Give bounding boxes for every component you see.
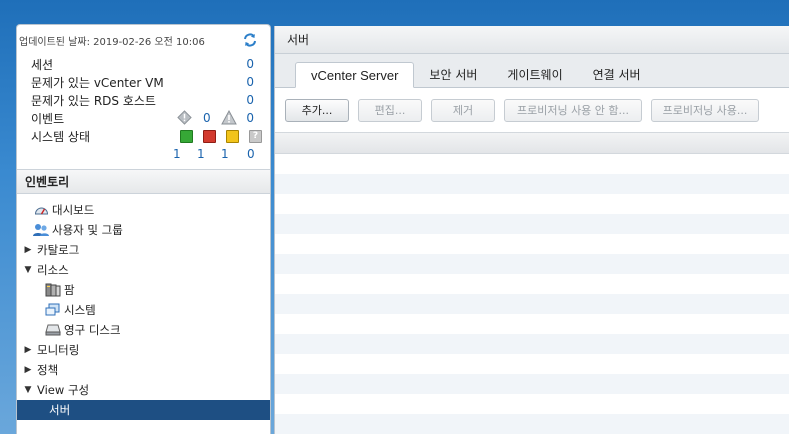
expand-arrow-icon[interactable]: ▶ xyxy=(23,245,33,255)
alert-triangle-icon xyxy=(221,109,237,128)
tab-security-server[interactable]: 보안 서버 xyxy=(414,61,492,87)
grid-header xyxy=(275,132,789,154)
tab-vcenter-server[interactable]: vCenter Server xyxy=(295,62,415,88)
table-row[interactable] xyxy=(275,174,789,194)
enable-provisioning-button[interactable]: 프로비저닝 사용... xyxy=(651,98,759,122)
refresh-icon[interactable] xyxy=(242,32,258,48)
tab-connection-server[interactable]: 연결 서버 xyxy=(578,61,656,87)
tree-item-systems[interactable]: 시스템 xyxy=(17,300,270,320)
table-row[interactable] xyxy=(275,194,789,214)
toolbar: 추가... 편집... 제거 프로비저닝 사용 안 함... 프로비저닝 사용.… xyxy=(275,88,789,132)
tree-item-catalog[interactable]: ▶ 카탈로그 xyxy=(17,240,270,260)
table-row[interactable] xyxy=(275,354,789,374)
expand-arrow-icon[interactable]: ▶ xyxy=(23,365,33,375)
expand-arrow-icon[interactable]: ▶ xyxy=(23,345,33,355)
summary-row-vcenter-vm[interactable]: 문제가 있는 vCenter VM 0 xyxy=(17,73,270,91)
tree-item-monitoring[interactable]: ▶ 모니터링 xyxy=(17,340,270,360)
tree-item-users-groups[interactable]: 사용자 및 그룹 xyxy=(17,220,270,240)
table-row[interactable] xyxy=(275,154,789,174)
disk-icon xyxy=(45,322,61,338)
table-row[interactable] xyxy=(275,414,789,434)
summary-row-events: 이벤트 0 0 xyxy=(17,109,270,127)
status-unknown-icon: ? xyxy=(249,129,262,143)
system-status-counts: 1 1 1 0 xyxy=(173,147,255,161)
main-panel: 서버 vCenter Server 보안 서버 게이트웨이 연결 서버 추가..… xyxy=(274,26,789,434)
status-error-icon xyxy=(203,129,216,143)
system-icon xyxy=(45,302,61,318)
tree-item-dashboard[interactable]: 대시보드 xyxy=(17,200,270,220)
tree-item-resources[interactable]: ▼ 리소스 xyxy=(17,260,270,280)
table-row[interactable] xyxy=(275,294,789,314)
summary-row-sessions[interactable]: 세션 0 xyxy=(17,55,270,73)
status-warning-icon xyxy=(226,129,239,143)
table-row[interactable] xyxy=(275,374,789,394)
users-icon xyxy=(33,222,49,238)
farm-icon xyxy=(45,282,61,298)
warning-diamond-icon xyxy=(177,110,192,128)
table-row[interactable] xyxy=(275,334,789,354)
collapse-arrow-icon[interactable]: ▼ xyxy=(23,265,33,275)
dashboard-icon xyxy=(33,202,49,218)
table-row[interactable] xyxy=(275,394,789,414)
left-panel: 업데이트된 날짜: 2019-02-26 오전 10:06 세션 0 문제가 있… xyxy=(16,24,271,434)
tree-item-persistent-disks[interactable]: 영구 디스크 xyxy=(17,320,270,340)
table-row[interactable] xyxy=(275,214,789,234)
page-title: 서버 xyxy=(275,26,789,54)
tree-item-policies[interactable]: ▶ 정책 xyxy=(17,360,270,380)
tab-bar: vCenter Server 보안 서버 게이트웨이 연결 서버 xyxy=(275,54,789,88)
collapse-arrow-icon[interactable]: ▼ xyxy=(23,385,33,395)
tab-gateway[interactable]: 게이트웨이 xyxy=(492,61,577,87)
tree-item-farms[interactable]: 팜 xyxy=(17,280,270,300)
summary-row-rds-host[interactable]: 문제가 있는 RDS 호스트 0 xyxy=(17,91,270,109)
tree-item-servers[interactable]: 서버 xyxy=(17,400,270,420)
server-grid xyxy=(275,154,789,434)
disable-provisioning-button[interactable]: 프로비저닝 사용 안 함... xyxy=(504,98,642,122)
status-ok-icon xyxy=(180,129,193,143)
inventory-tree: 대시보드 사용자 및 그룹 ▶ 카탈로그 ▼ 리소스 팜 시스템 영구 디스크 … xyxy=(17,194,270,420)
table-row[interactable] xyxy=(275,274,789,294)
table-row[interactable] xyxy=(275,234,789,254)
tree-item-view-config[interactable]: ▼ View 구성 xyxy=(17,380,270,400)
table-row[interactable] xyxy=(275,314,789,334)
update-timestamp: 업데이트된 날짜: 2019-02-26 오전 10:06 xyxy=(17,25,270,55)
add-button[interactable]: 추가... xyxy=(285,98,349,122)
summary-row-system-status: 시스템 상태 ? xyxy=(17,127,270,145)
edit-button[interactable]: 편집... xyxy=(358,98,422,122)
remove-button[interactable]: 제거 xyxy=(431,98,495,122)
inventory-header: 인벤토리 xyxy=(17,169,270,194)
table-row[interactable] xyxy=(275,254,789,274)
